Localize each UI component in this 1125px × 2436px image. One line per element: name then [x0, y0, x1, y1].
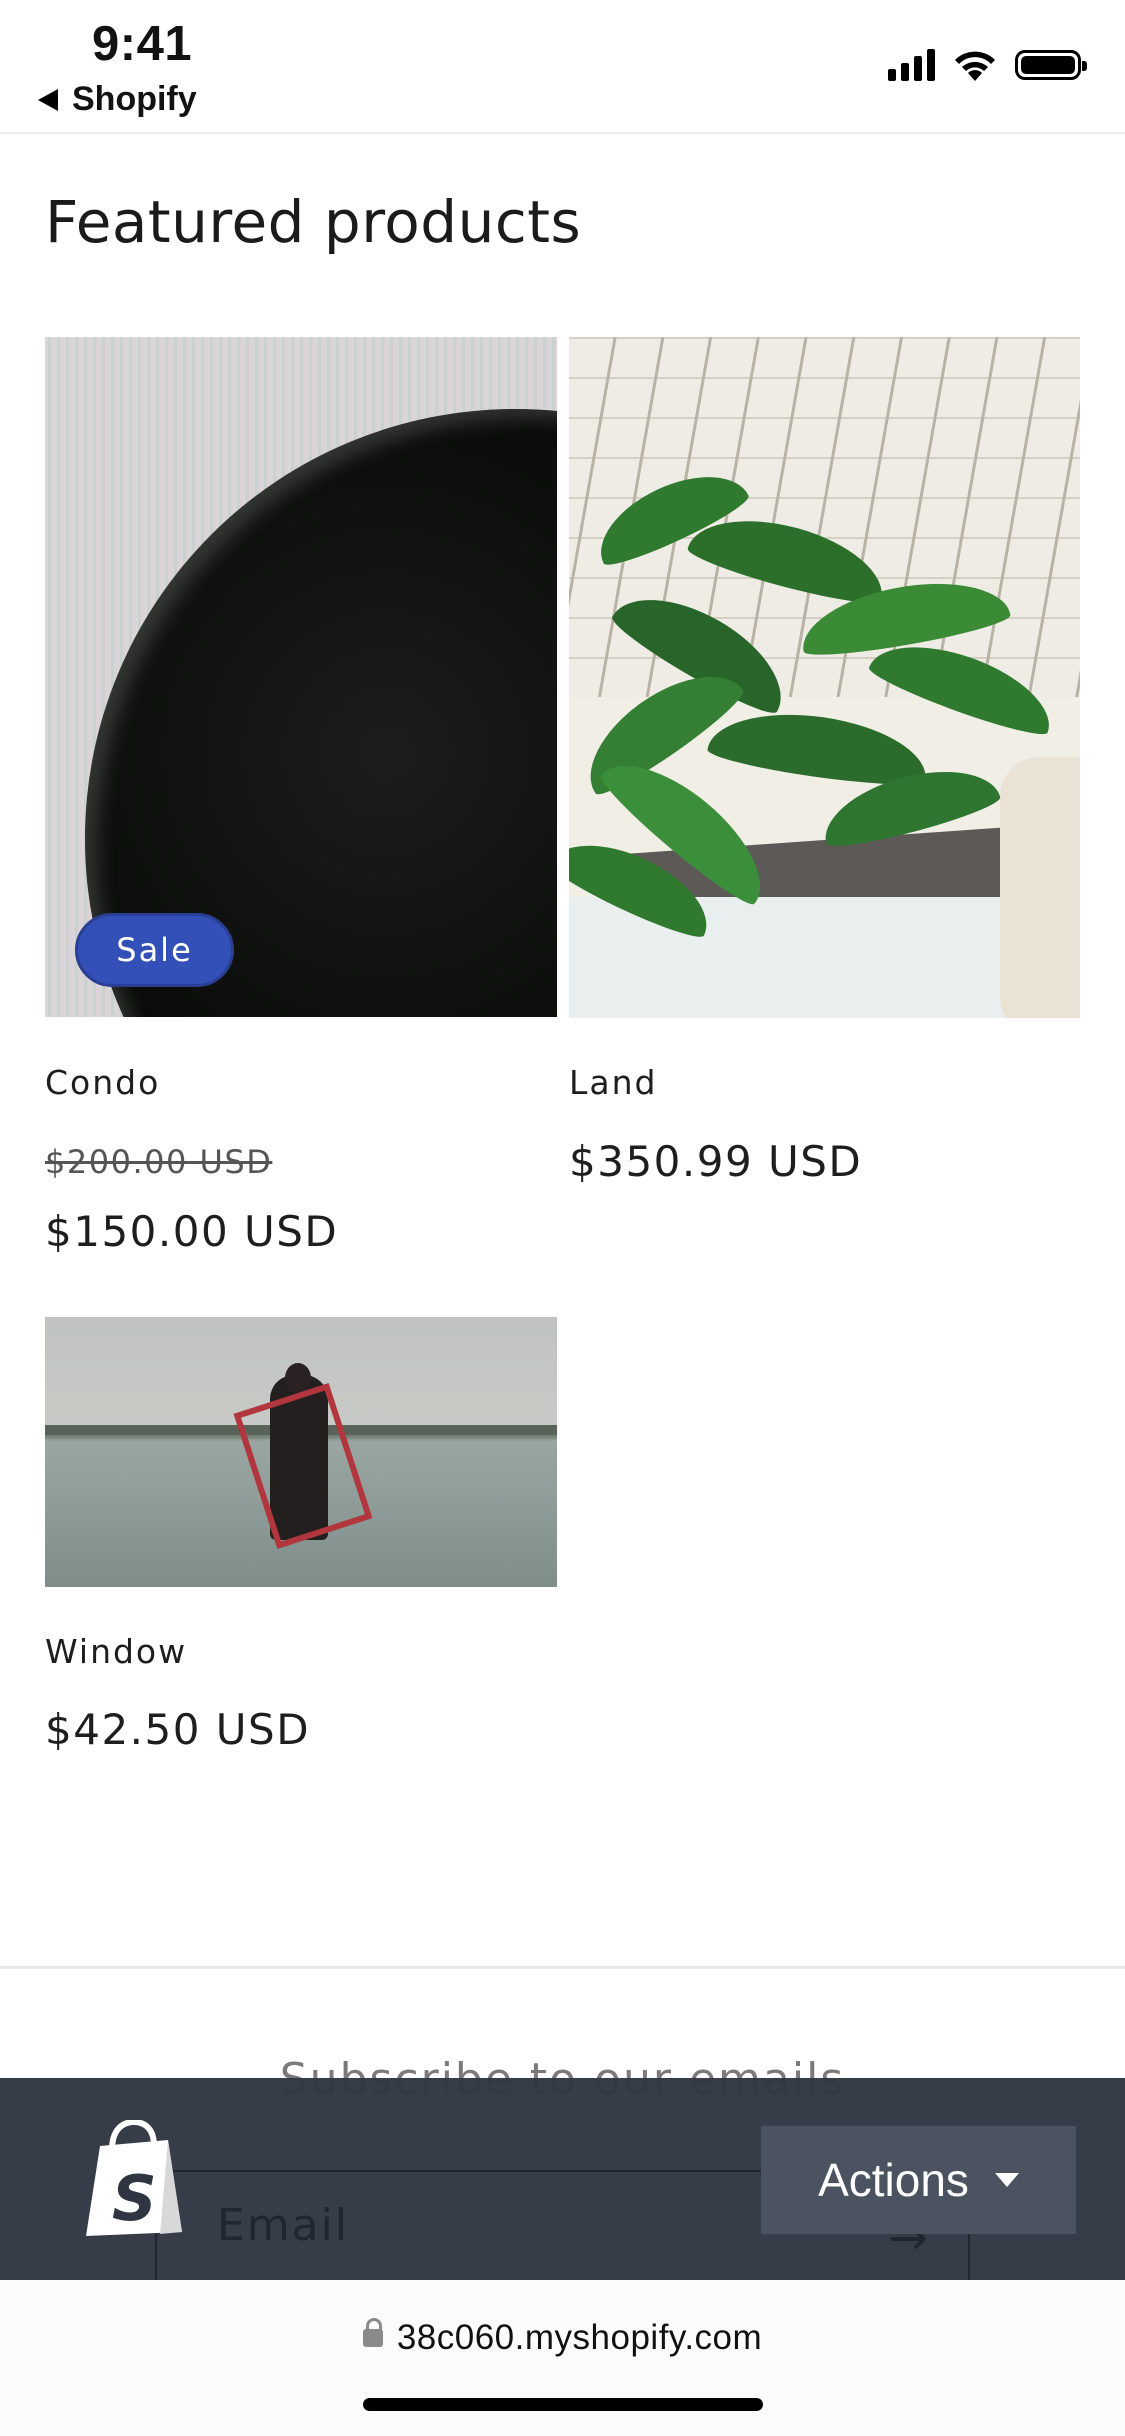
- price-condo: $150.00 USD: [45, 1207, 339, 1256]
- price-land: $350.99 USD: [569, 1137, 863, 1186]
- actions-button[interactable]: Actions: [761, 2126, 1076, 2234]
- home-indicator[interactable]: [363, 2398, 763, 2411]
- wifi-icon: [955, 51, 995, 81]
- compare-price-condo: $200.00 USD: [45, 1143, 273, 1181]
- actions-label: Actions: [818, 2154, 969, 2206]
- product-name-condo[interactable]: Condo: [45, 1063, 160, 1102]
- product-name-window[interactable]: Window: [45, 1632, 187, 1671]
- lock-icon: [362, 2318, 383, 2350]
- email-placeholder: Email: [217, 2200, 350, 2251]
- back-app-label: Shopify: [72, 80, 197, 118]
- caret-down-icon: [994, 2173, 1019, 2187]
- back-to-app-link[interactable]: Shopify: [38, 80, 197, 119]
- battery-icon: [1015, 50, 1087, 80]
- browser-url-bar: 38c060.myshopify.com: [0, 2280, 1125, 2436]
- sale-badge: Sale: [75, 913, 234, 987]
- status-bar: 9:41 Shopify: [0, 0, 1125, 134]
- signal-icon: [888, 49, 935, 81]
- shopify-bag-icon: S: [86, 2120, 182, 2236]
- back-triangle-icon: [38, 88, 58, 111]
- svg-text:S: S: [112, 2162, 157, 2235]
- product-image-window[interactable]: [45, 1317, 557, 1587]
- section-title: Featured products: [45, 188, 582, 256]
- status-icons: [888, 48, 1087, 82]
- product-name-land[interactable]: Land: [569, 1063, 657, 1102]
- status-time: 9:41: [92, 17, 193, 71]
- section-divider: [0, 1966, 1125, 1969]
- product-image-land[interactable]: [569, 337, 1080, 1018]
- url-text: 38c060.myshopify.com: [396, 2318, 763, 2357]
- url-display[interactable]: 38c060.myshopify.com: [0, 2318, 1125, 2358]
- price-window: $42.50 USD: [45, 1705, 311, 1754]
